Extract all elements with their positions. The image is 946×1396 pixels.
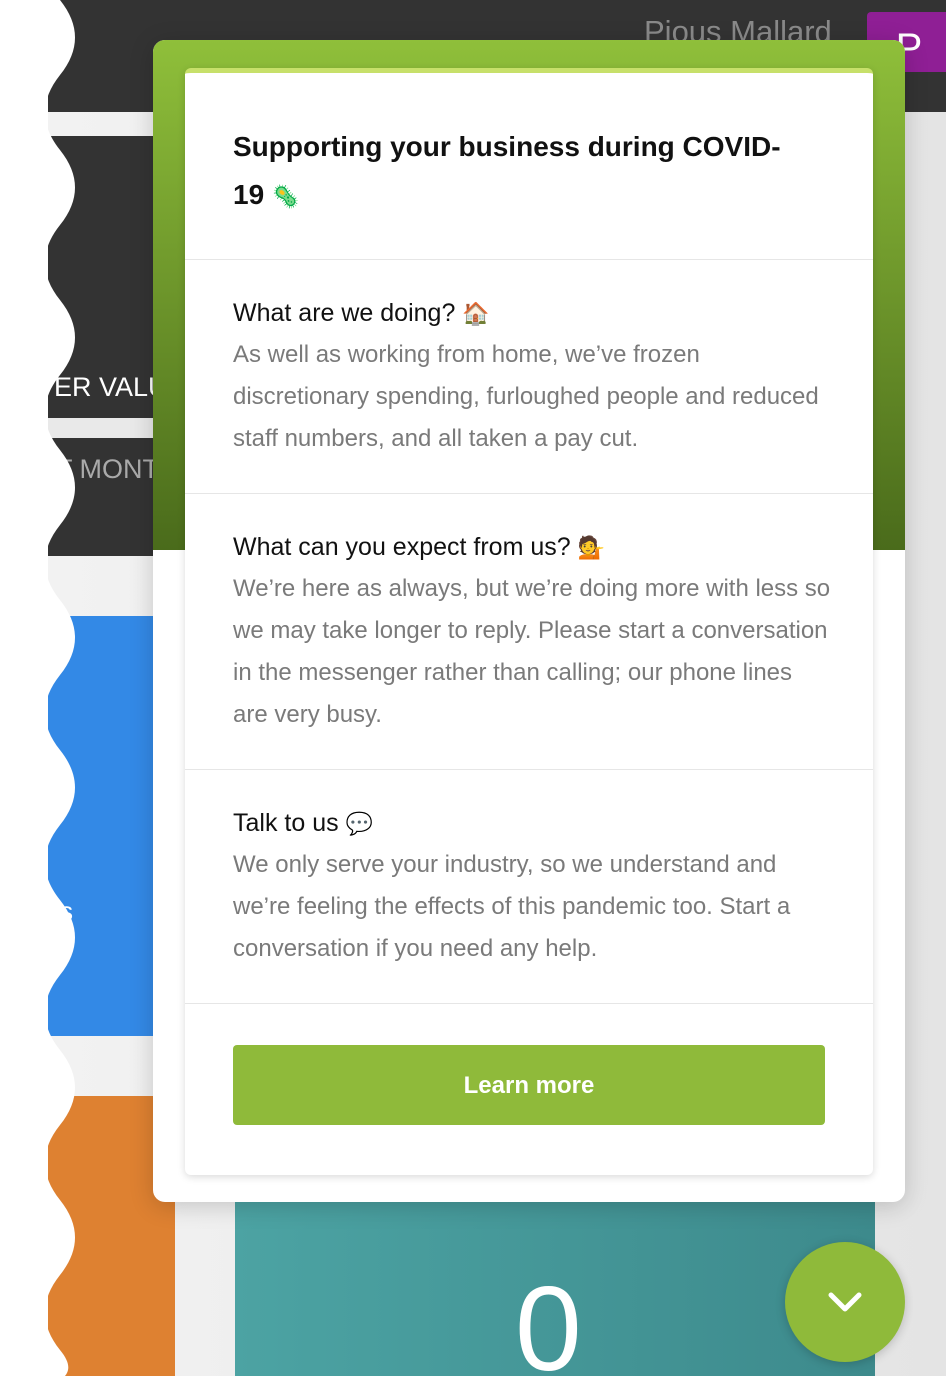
section-question: Talk to us xyxy=(233,809,339,837)
messenger-launcher-button[interactable] xyxy=(785,1242,905,1362)
stat-card-teal-value: 0 xyxy=(515,1262,582,1396)
speech-bubble-icon: 💬 xyxy=(345,811,373,836)
section-title: What can you expect from us? 💁 xyxy=(233,526,605,569)
house-icon: 🏠 xyxy=(462,301,490,326)
information-desk-person-icon: 💁 xyxy=(577,535,606,560)
section-question: What can you expect from us? xyxy=(233,533,571,561)
notice-title: Supporting your business during COVID-19… xyxy=(233,123,793,221)
section-body: We’re here as always, but we’re doing mo… xyxy=(233,575,831,728)
notice-header: Supporting your business during COVID-19… xyxy=(185,73,873,260)
covid-notice-card: Supporting your business during COVID-19… xyxy=(185,68,873,1175)
section-body: As well as working from home, we’ve froz… xyxy=(233,341,819,452)
section-body: We only serve your industry, so we under… xyxy=(233,851,791,962)
notice-section: Talk to us 💬 We only serve your industry… xyxy=(185,770,873,1004)
chevron-down-icon xyxy=(828,1292,862,1312)
messenger-popup: Supporting your business during COVID-19… xyxy=(153,40,905,1202)
learn-more-button[interactable]: Learn more xyxy=(233,1045,825,1125)
notice-section: What can you expect from us? 💁 We’re her… xyxy=(185,494,873,770)
notice-section: What are we doing? 🏠 As well as working … xyxy=(185,260,873,494)
section-question: What are we doing? xyxy=(233,299,456,327)
section-title: What are we doing? 🏠 xyxy=(233,292,490,335)
virus-icon: 🦠 xyxy=(271,184,300,209)
notice-title-text: Supporting your business during COVID-19 xyxy=(233,131,781,210)
stat-card-teal: 0 xyxy=(235,1192,875,1394)
section-title: Talk to us 💬 xyxy=(233,802,373,845)
torn-edge xyxy=(0,0,75,1376)
